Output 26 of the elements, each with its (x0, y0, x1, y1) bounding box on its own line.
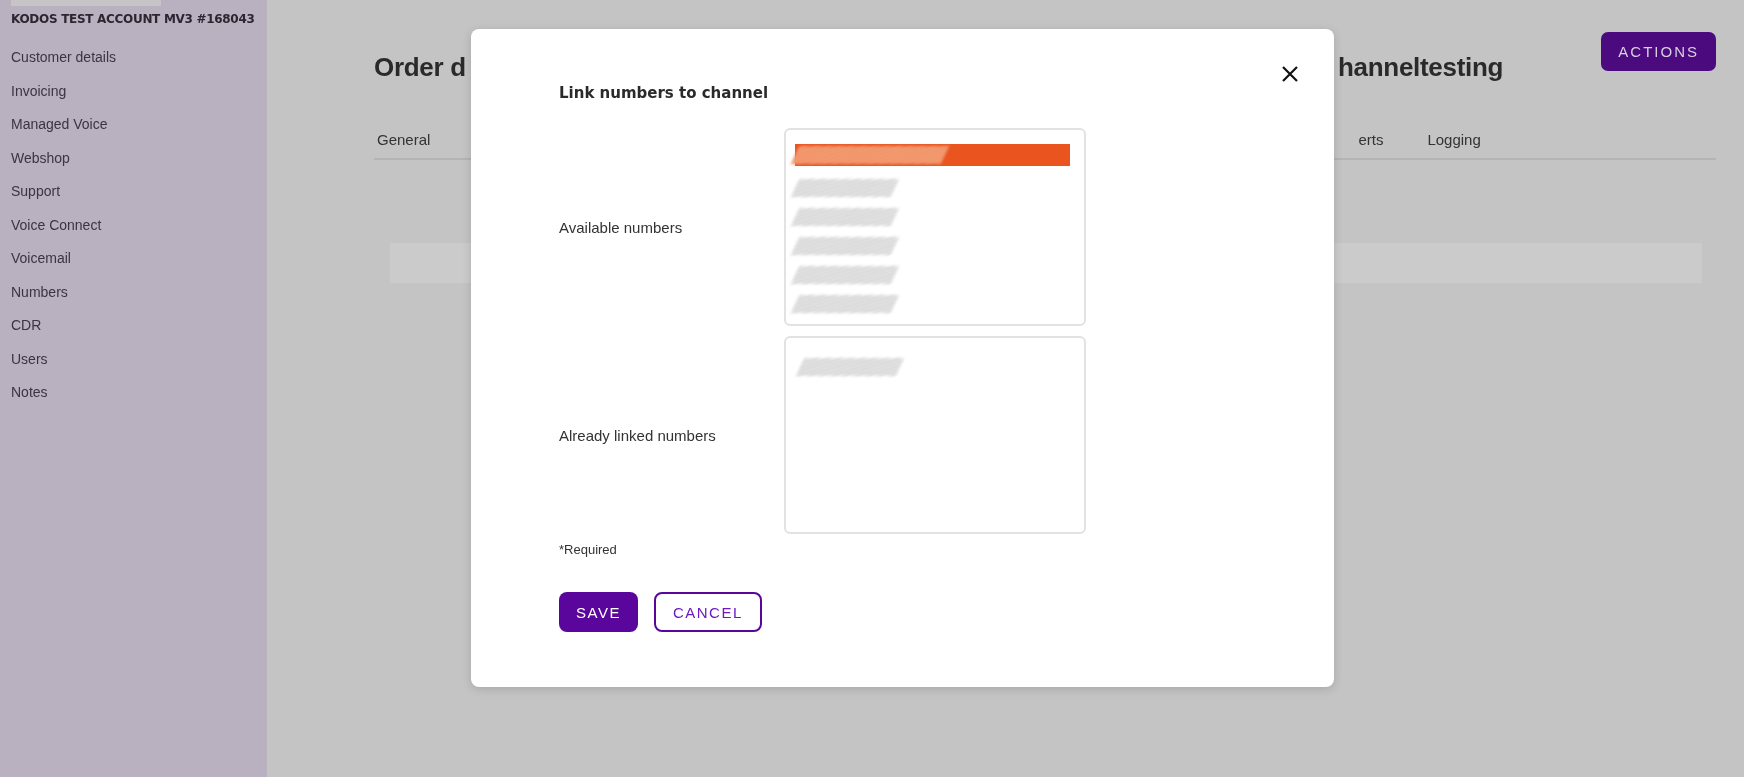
page-title: Order d (374, 52, 466, 83)
dialog-title: Link numbers to channel (559, 84, 769, 102)
account-name: KODOS TEST ACCOUNT MV3 #168043 (11, 12, 255, 26)
sidebar-item[interactable]: Numbers (11, 282, 68, 302)
sidebar-item[interactable]: Support (11, 182, 61, 202)
sidebar-item[interactable]: Customer details (11, 48, 117, 68)
sidebar-item[interactable]: Notes (11, 383, 48, 403)
tab[interactable]: General (377, 123, 431, 158)
sidebar-item[interactable]: CDR (11, 316, 42, 336)
sidebar-item[interactable]: Voicemail (11, 249, 71, 269)
tab[interactable]: erts (1358, 123, 1384, 158)
number-list[interactable] (784, 128, 1086, 326)
sidebar-item[interactable]: Users (11, 349, 48, 369)
required-note: *Required (559, 542, 617, 557)
sidebar-item[interactable]: Webshop (11, 148, 70, 168)
save-button[interactable]: SAVE (559, 592, 638, 632)
page-title: hanneltesting (1338, 52, 1504, 83)
field-label: Already linked numbers (559, 426, 717, 444)
sidebar-item[interactable]: Invoicing (11, 81, 67, 101)
field-label: Available numbers (559, 218, 684, 236)
cancel-button[interactable]: CANCEL (653, 592, 762, 632)
tab[interactable]: Logging (1427, 123, 1481, 158)
close-icon[interactable] (1281, 65, 1299, 83)
actions-button[interactable]: ACTIONS (1601, 32, 1716, 71)
sidebar-item[interactable]: Managed Voice (11, 115, 108, 135)
sidebar-item[interactable]: Voice Connect (11, 215, 102, 235)
